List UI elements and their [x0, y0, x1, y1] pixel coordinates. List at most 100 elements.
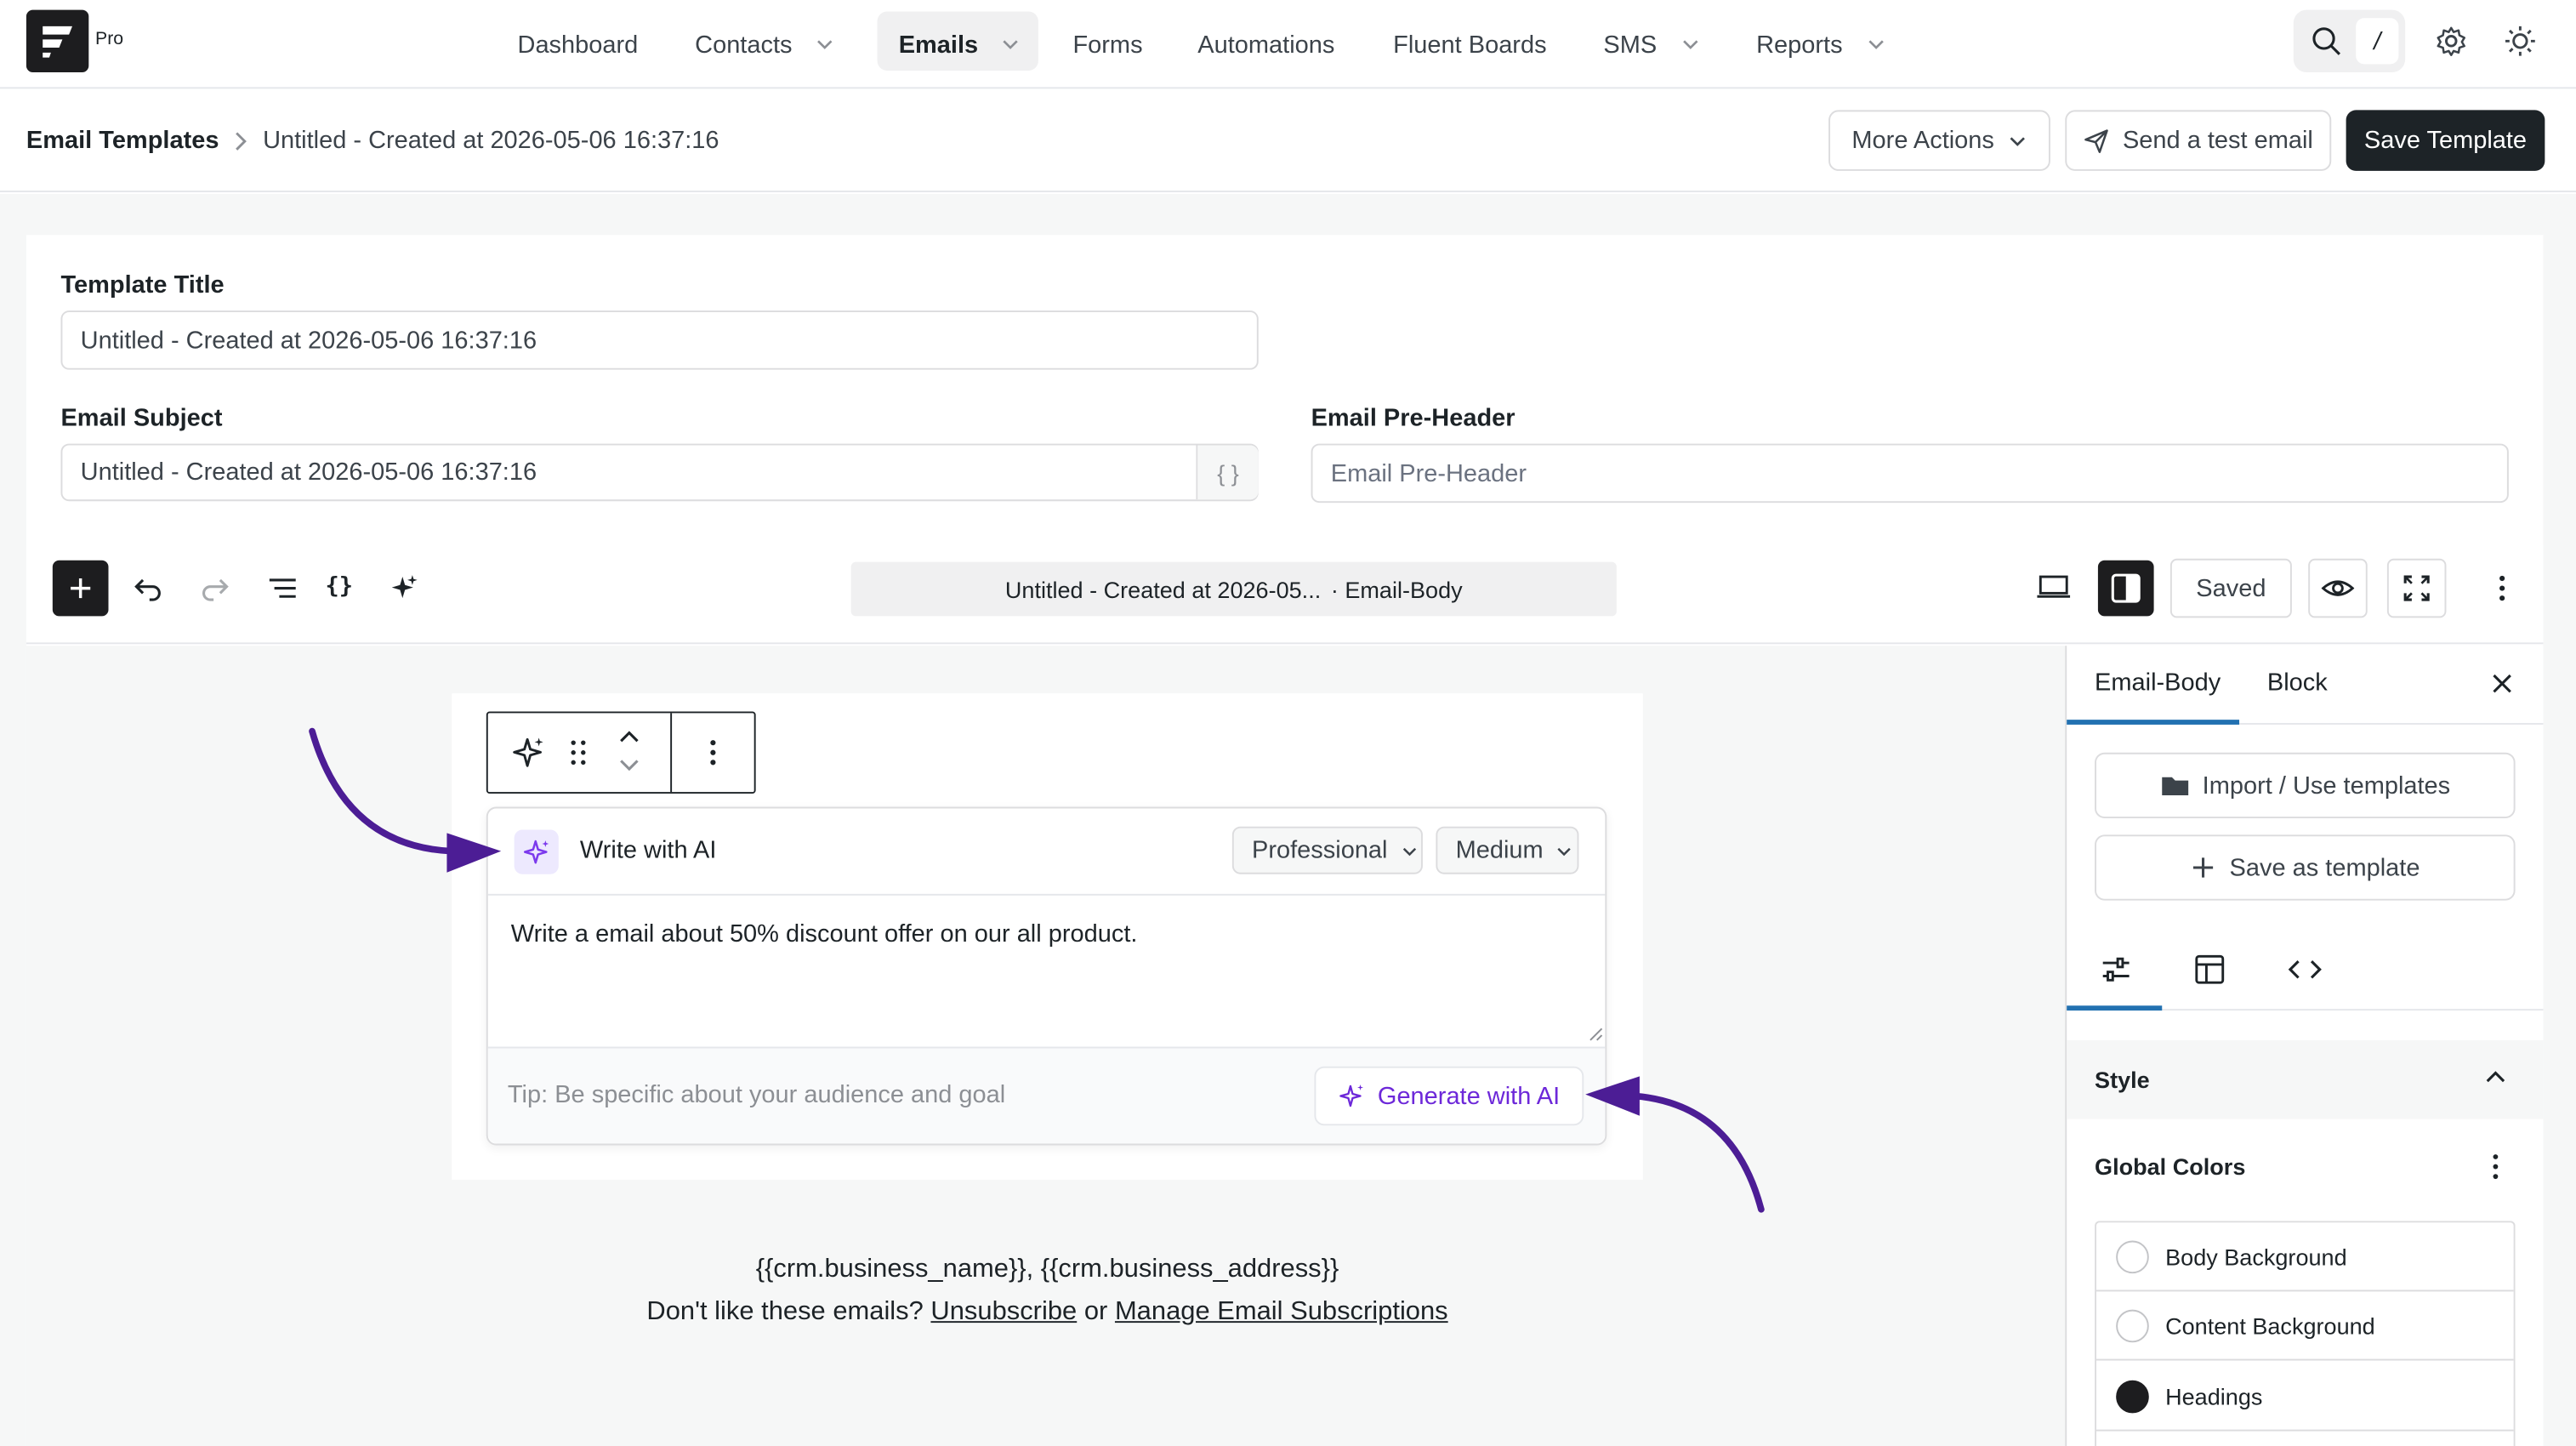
color-content-background[interactable]: Content Background [2095, 1291, 2514, 1361]
email-preheader-input[interactable]: Email Pre-Header [1311, 443, 2509, 504]
tab-email-body[interactable]: Email-Body [2095, 669, 2221, 697]
nav-contacts-label: Contacts [695, 30, 793, 59]
nav-fluent-boards-label: Fluent Boards [1393, 30, 1547, 59]
fluentcrm-logo[interactable] [26, 9, 89, 72]
resize-handle-icon[interactable] [1587, 1025, 1603, 1041]
save-as-template-label: Save as template [2229, 853, 2420, 882]
color-label: Content Background [2165, 1312, 2375, 1339]
redo-icon[interactable] [199, 572, 232, 605]
manage-subscriptions-link[interactable]: Manage Email Subscriptions [1115, 1298, 1448, 1326]
more-actions-label: More Actions [1851, 126, 1994, 155]
save-as-template-button[interactable]: Save as template [2095, 834, 2516, 901]
code-icon[interactable] [2287, 953, 2323, 986]
more-options-icon[interactable] [2489, 573, 2516, 603]
color-swatch [2116, 1379, 2149, 1413]
template-title-input[interactable]: Untitled - Created at 2026-05-06 16:37:1… [60, 310, 1259, 370]
more-actions-button[interactable]: More Actions [1828, 110, 2050, 171]
tone-value: Professional [1252, 836, 1388, 865]
sun-icon[interactable] [2504, 25, 2537, 58]
shortcode-icon[interactable]: {} [325, 573, 353, 600]
nav-forms[interactable]: Forms [1072, 0, 1142, 88]
nav-reports[interactable]: Reports [1756, 0, 1885, 88]
nav-sms-label: SMS [1603, 30, 1658, 59]
pro-badge: Pro [95, 29, 124, 49]
chevron-down-icon [817, 40, 833, 49]
active-tab-indicator [2067, 720, 2240, 725]
sparkle-icon [522, 839, 549, 863]
template-title-value: Untitled - Created at 2026-05-06 16:37:1… [80, 326, 537, 355]
unsubscribe-link[interactable]: Unsubscribe [930, 1298, 1077, 1326]
color-body-background[interactable]: Body Background [2095, 1222, 2514, 1292]
move-down-icon[interactable] [616, 756, 642, 776]
footer-or: or [1083, 1298, 1108, 1326]
block-options-icon[interactable] [700, 737, 726, 767]
breadcrumb-current: Untitled - Created at 2026-05-06 16:37:1… [263, 126, 719, 155]
nav-fluent-boards[interactable]: Fluent Boards [1393, 0, 1546, 88]
list-view-icon[interactable] [266, 573, 299, 603]
color-swatch [2116, 1239, 2149, 1273]
annotation-arrow-left [309, 727, 502, 873]
footer-shortcodes: {{crm.business_name}}, {{crm.business_ad… [755, 1255, 1339, 1284]
color-headings[interactable]: Headings [2095, 1362, 2514, 1432]
length-value: Medium [1455, 836, 1544, 865]
nav-dashboard[interactable]: Dashboard [518, 0, 639, 88]
annotation-arrow-right [1585, 1076, 1765, 1213]
footer-unsubscribe-line: Don't like these emails? Unsubscribe or … [452, 1298, 1643, 1328]
active-icon-tab-indicator [2067, 1005, 2163, 1011]
generate-with-ai-button[interactable]: Generate with AI [1314, 1066, 1584, 1126]
close-icon[interactable] [2489, 670, 2516, 697]
chevron-down-icon [1402, 846, 1416, 856]
plus-icon [71, 578, 91, 599]
tone-select[interactable]: Professional [1231, 826, 1423, 874]
subject-shortcode-button[interactable]: { } [1196, 445, 1259, 500]
send-test-email-label: Send a test email [2122, 126, 2313, 155]
search-icon[interactable] [2310, 25, 2343, 58]
nav-contacts[interactable]: Contacts [695, 0, 835, 88]
sparkles-icon[interactable] [388, 572, 421, 605]
length-select[interactable]: Medium [1436, 826, 1579, 874]
nav-automations[interactable]: Automations [1197, 0, 1334, 88]
fullscreen-button[interactable] [2386, 558, 2447, 618]
ai-prompt-textarea[interactable]: Write a email about 50% discount offer o… [511, 920, 1587, 1035]
chevron-down-icon [1682, 40, 1697, 49]
nav-emails[interactable]: Emails [899, 0, 1021, 88]
nav-forms-label: Forms [1072, 30, 1143, 59]
nav-sms[interactable]: SMS [1603, 0, 1699, 88]
send-test-email-button[interactable]: Send a test email [2065, 110, 2332, 171]
document-title: Untitled - Created at 2026-05... [1004, 576, 1322, 603]
saved-status-button[interactable]: Saved [2169, 558, 2292, 618]
tab-block[interactable]: Block [2267, 669, 2328, 697]
undo-icon[interactable] [132, 572, 165, 605]
search-shortcut-key: / [2356, 18, 2399, 65]
settings-panel-toggle[interactable] [2097, 560, 2154, 617]
preview-button[interactable] [2308, 558, 2368, 618]
desktop-preview-icon[interactable] [2036, 572, 2072, 601]
add-block-button[interactable] [52, 560, 109, 617]
document-title-bar[interactable]: Untitled - Created at 2026-05... · Email… [850, 561, 1617, 617]
chevron-down-icon [1868, 40, 1883, 49]
layout-icon[interactable] [2193, 953, 2226, 986]
breadcrumb-root[interactable]: Email Templates [26, 127, 219, 155]
email-subject-input[interactable]: Untitled - Created at 2026-05-06 16:37:1… [60, 443, 1259, 502]
import-templates-label: Import / Use templates [2202, 771, 2451, 800]
color-swatch [2116, 1308, 2149, 1342]
email-subject-label: Email Subject [60, 404, 223, 433]
footer-prefix: Don't like these emails? [646, 1298, 924, 1326]
gear-icon[interactable] [2435, 25, 2468, 58]
chevron-down-icon [1004, 40, 1019, 49]
send-icon [2084, 128, 2108, 152]
nav-reports-label: Reports [1756, 30, 1843, 59]
drag-handle-icon[interactable] [566, 737, 589, 767]
import-templates-button[interactable]: Import / Use templates [2095, 752, 2516, 819]
template-title-label: Template Title [60, 270, 225, 299]
save-template-button[interactable]: Save Template [2346, 110, 2545, 171]
style-section-title: Style [2095, 1066, 2150, 1093]
move-up-icon[interactable] [616, 726, 642, 746]
sidebar-icon [2111, 573, 2141, 603]
global-colors-options-icon[interactable] [2482, 1152, 2509, 1181]
sliders-icon[interactable] [2100, 953, 2133, 986]
email-preheader-placeholder: Email Pre-Header [1330, 458, 1527, 487]
ai-tip-text: Tip: Be specific about your audience and… [507, 1081, 1006, 1109]
chevron-up-icon[interactable] [2482, 1065, 2509, 1091]
generate-with-ai-label: Generate with AI [1377, 1082, 1561, 1110]
